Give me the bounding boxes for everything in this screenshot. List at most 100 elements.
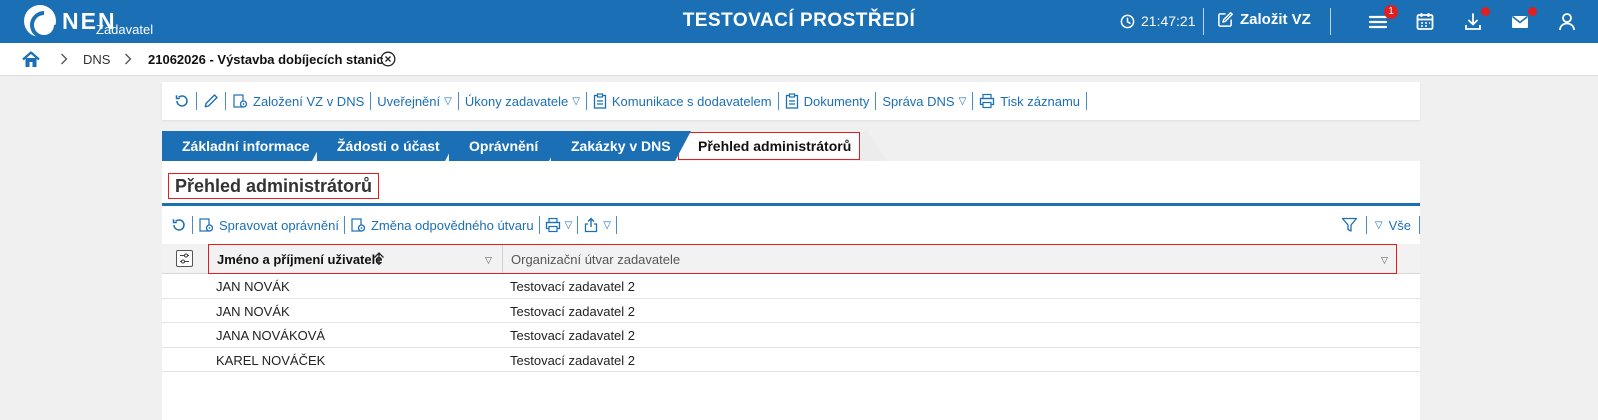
download-button[interactable] [1463, 7, 1490, 33]
user-button[interactable] [1557, 11, 1579, 33]
export-icon [583, 217, 599, 233]
download-icon [1465, 13, 1481, 30]
messages-button[interactable] [1510, 7, 1537, 33]
menu-button[interactable]: 1 [1368, 5, 1398, 33]
caret-down-icon: ▽ [564, 219, 573, 231]
export-dropdown[interactable]: ▽ [578, 215, 616, 235]
section-divider [162, 203, 1420, 206]
sprava-dns-dropdown[interactable]: Správa DNS ▽ [876, 91, 972, 111]
close-breadcrumb-button[interactable] [380, 51, 396, 67]
print-dropdown[interactable]: ▽ [540, 215, 578, 235]
table-row[interactable]: KAREL NOVÁČEK Testovací zadavatel 2 [162, 348, 1420, 372]
table-row[interactable]: JANA NOVÁKOVÁ Testovací zadavatel 2 [162, 323, 1420, 348]
sprava-dns-label: Správa DNS [882, 93, 955, 109]
caret-down-icon: ▽ [444, 95, 452, 107]
tab-content: Přehled administrátorů Spravovat oprávně… [162, 161, 1420, 420]
mail-icon [1512, 15, 1528, 28]
close-circle-icon [380, 51, 396, 67]
cell-org-unit: Testovací zadavatel 2 [510, 352, 636, 368]
toolbar-divider [875, 92, 877, 110]
home-icon [22, 51, 40, 67]
header-divider [1203, 8, 1204, 35]
column-filter-icon[interactable]: ▽ [1381, 255, 1388, 266]
caret-down-icon: ▽ [603, 219, 611, 231]
refresh-icon [172, 219, 185, 231]
session-clock: 21:47:21 [1120, 13, 1196, 29]
clipboard-icon [785, 93, 799, 109]
breadcrumb: DNS 21062026 - Výstavba dobíjecích stani… [0, 43, 1598, 76]
tab-zadosti-o-ucast[interactable]: Žádosti o účast [317, 131, 461, 161]
komunikace-label: Komunikace s dodavatelem [611, 93, 772, 109]
filter-icon [1341, 217, 1358, 232]
cell-user-name: KAREL NOVÁČEK [216, 352, 326, 368]
grid-refresh-button[interactable] [166, 215, 192, 235]
cell-org-unit: Testovací zadavatel 2 [510, 328, 636, 343]
zalozeni-vz-label: Založení VZ v DNS [253, 93, 365, 109]
toolbar-divider [370, 92, 372, 110]
toolbar-divider [577, 216, 579, 234]
grid-toolbar: Spravovat oprávnění Změna odpovědného út… [162, 213, 1420, 237]
toolbar-divider [585, 92, 587, 110]
toolbar-divider [225, 92, 226, 110]
toolbar-divider [616, 216, 617, 234]
filter-button[interactable] [1333, 215, 1366, 235]
nen-logo-icon [24, 5, 56, 37]
user-icon [1559, 13, 1575, 31]
cell-user-name: JANA NOVÁKOVÁ [216, 328, 326, 343]
column-filter-icon[interactable]: ▽ [485, 255, 492, 266]
view-select-label: Vše [1388, 217, 1411, 233]
form-gear-icon [350, 217, 366, 233]
refresh-icon [175, 95, 188, 107]
column-header-unit-label[interactable]: Organizační útvar zadavatele [511, 252, 680, 267]
table-row[interactable]: JAN NOVÁK Testovací zadavatel 2 [162, 274, 1420, 299]
caret-down-icon: ▽ [1374, 219, 1383, 231]
caret-down-icon: ▽ [958, 95, 967, 107]
toolbar-divider [457, 92, 459, 110]
clock-icon [1120, 14, 1135, 29]
toolbar-divider [1419, 216, 1420, 234]
main-panel: Založení VZ v DNS Uveřejnění ▽ Úkony zad… [162, 82, 1420, 420]
toolbar-divider [192, 216, 193, 234]
komunikace-button[interactable]: Komunikace s dodavatelem [587, 91, 778, 111]
refresh-button[interactable] [168, 91, 196, 111]
zmena-utvaru-button[interactable]: Změna odpovědného útvaru [345, 215, 539, 235]
column-header-name[interactable]: Jméno a příjmení uživatele ▽ [209, 245, 503, 273]
view-select-dropdown[interactable]: ▽ Vše [1367, 215, 1419, 235]
tisk-zaznamu-button[interactable]: Tisk záznamu [973, 91, 1086, 111]
printer-icon [979, 93, 995, 109]
tab-prehled-administratoru[interactable]: Přehled administrátorů [678, 132, 860, 160]
column-header-name-label: Jméno a příjmení uživatele [217, 252, 383, 267]
spravovat-opravneni-button[interactable]: Spravovat oprávnění [193, 215, 344, 235]
toolbar-divider [343, 216, 345, 234]
header-columns: Jméno a příjmení uživatele ▽ Organizační… [208, 244, 1397, 274]
tab-opravneni[interactable]: Oprávnění [449, 131, 565, 161]
edit-button[interactable] [197, 91, 225, 111]
toolbar-divider [538, 216, 540, 234]
uverejneni-dropdown[interactable]: Uveřejnění ▽ [371, 91, 458, 111]
create-vz-label: Založit VZ [1240, 11, 1311, 28]
breadcrumb-dns[interactable]: DNS [83, 52, 110, 67]
section-title: Přehled administrátorů [168, 173, 380, 199]
record-tabs: Základní informace Žádosti o účast Opráv… [162, 131, 1420, 161]
ukony-zadavatele-dropdown[interactable]: Úkony zadavatele ▽ [459, 91, 586, 111]
messages-notification-dot [1528, 7, 1537, 16]
dokumenty-label: Dokumenty [803, 93, 870, 109]
environment-title: TESTOVACÍ PROSTŘEDÍ [682, 10, 916, 31]
dokumenty-button[interactable]: Dokumenty [779, 91, 876, 111]
tab-zakazky-v-dns[interactable]: Zakázky v DNS [551, 131, 691, 161]
tisk-zaznamu-label: Tisk záznamu [1000, 93, 1081, 109]
table-row[interactable]: JAN NOVÁK Testovací zadavatel 2 [162, 299, 1420, 323]
tab-zakladni-informace[interactable]: Základní informace [162, 131, 328, 161]
toolbar-divider [1365, 216, 1367, 234]
calendar-button[interactable] [1415, 11, 1437, 33]
tab-active-tail [859, 131, 887, 161]
chevron-right-icon [60, 53, 68, 65]
form-gear-icon [232, 93, 248, 109]
home-button[interactable] [22, 51, 40, 68]
create-vz-button[interactable]: Založit VZ [1217, 11, 1311, 28]
column-settings-button[interactable] [176, 250, 193, 267]
cell-org-unit: Testovací zadavatel 2 [510, 303, 636, 319]
zalozeni-vz-button[interactable]: Založení VZ v DNS [226, 91, 370, 111]
clipboard-icon [593, 93, 607, 109]
chevron-right-icon [124, 53, 132, 65]
